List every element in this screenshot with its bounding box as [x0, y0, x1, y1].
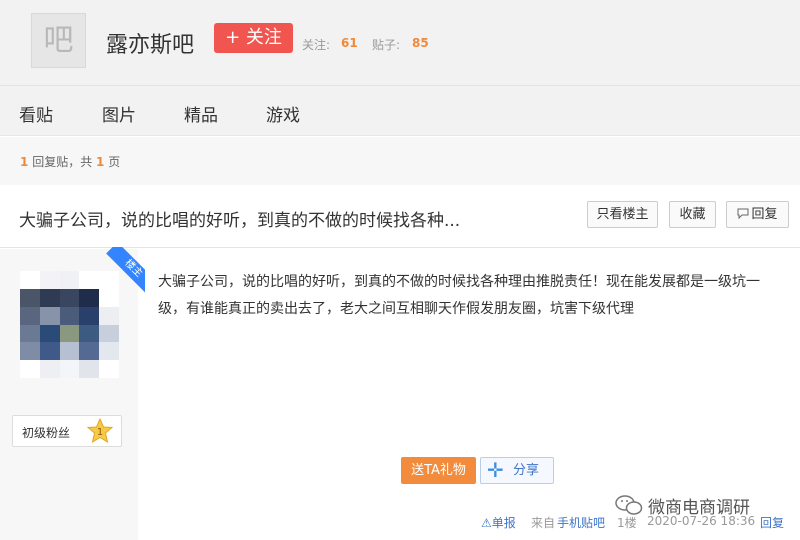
reply-button-label: 回复	[751, 207, 778, 222]
posts-count: 85	[412, 36, 429, 50]
favorite-button[interactable]: 收藏	[669, 201, 716, 228]
fan-level-badge[interactable]: 初级粉丝 1	[12, 415, 122, 447]
posts-label: 贴子:	[372, 38, 401, 52]
thread-title: 大骗子公司，说的比唱的好听，到真的不做的时候找各种...	[19, 211, 461, 231]
follow-button[interactable]: + 关注	[214, 23, 293, 53]
author-column: 楼主 初级粉丝 1	[0, 247, 145, 540]
post-timestamp: 2020-07-26 18:36	[647, 514, 756, 528]
followers-label: 关注:	[302, 38, 331, 52]
send-gift-button[interactable]: 送TA礼物	[401, 457, 476, 484]
pager-summary: 1 回复贴，共 1 页	[20, 153, 120, 170]
forum-header: 吧 露亦斯吧 + 关注 关注: 61 贴子: 85	[0, 0, 800, 86]
thread-title-bar: 大骗子公司，说的比唱的好听，到真的不做的时候找各种... 只看楼主 收藏 回复	[0, 186, 800, 248]
forum-name[interactable]: 露亦斯吧	[106, 27, 194, 59]
reply-button[interactable]: 回复	[726, 201, 789, 228]
tab-featured[interactable]: 精品	[184, 101, 218, 126]
fan-level-name: 初级粉丝	[22, 426, 71, 440]
level-number: 1	[97, 427, 103, 438]
page-count: 1	[96, 155, 105, 169]
reply-count: 1	[20, 155, 29, 169]
floor-number: 1楼	[617, 516, 637, 530]
report-link[interactable]: ⚠单报	[481, 514, 516, 531]
op-badge-label: 楼主	[106, 247, 145, 296]
share-icon: ✛	[487, 458, 504, 482]
pager-bar: 1 回复贴，共 1 页	[0, 137, 800, 185]
followers-count: 61	[341, 36, 358, 50]
tab-images[interactable]: 图片	[102, 101, 136, 126]
share-button[interactable]: ✛ 分享	[480, 457, 554, 484]
reply-text: 回复贴，共	[32, 155, 93, 169]
share-label: 分享	[513, 463, 540, 478]
only-op-button[interactable]: 只看楼主	[587, 201, 658, 228]
tab-posts[interactable]: 看贴	[19, 101, 53, 126]
star-icon: 1	[87, 418, 113, 444]
op-badge: 楼主	[95, 247, 145, 297]
wechat-icon	[615, 495, 643, 515]
post: 楼主 初级粉丝 1 大骗子公司，说的比唱的好听，到真的不做的时候找各种理由推脱责…	[0, 247, 800, 540]
post-content: 大骗子公司，说的比唱的好听，到真的不做的时候找各种理由推脱责任！现在能发展都是一…	[158, 274, 760, 317]
forum-tabs: 看贴 图片 精品 游戏	[0, 86, 800, 136]
page-unit: 页	[108, 155, 121, 169]
source-link[interactable]: 手机贴吧	[557, 514, 605, 531]
comment-icon	[737, 208, 749, 220]
forum-logo[interactable]: 吧	[31, 13, 86, 68]
tab-games[interactable]: 游戏	[266, 101, 300, 126]
from-label: 来自	[531, 516, 556, 530]
post-reply-link[interactable]: 回复	[760, 514, 784, 531]
